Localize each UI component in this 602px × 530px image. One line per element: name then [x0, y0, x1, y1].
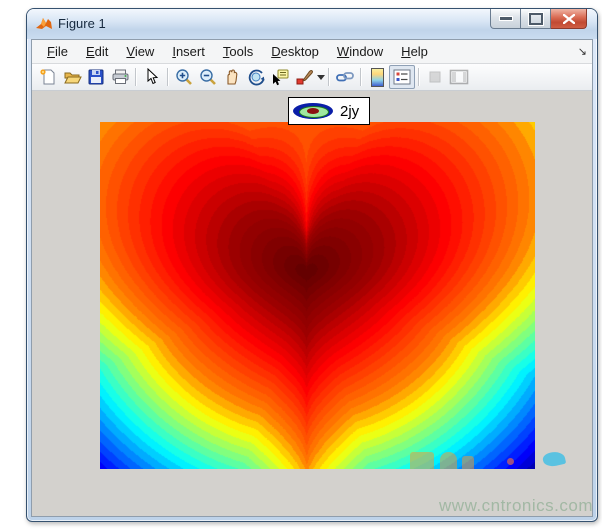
menu-file[interactable]: File [38, 44, 77, 59]
print-figure-button[interactable] [108, 66, 132, 88]
open-file-button[interactable] [60, 66, 84, 88]
menu-window[interactable]: Window [328, 44, 392, 59]
colorbar-icon [371, 68, 384, 87]
menu-bar: File Edit View Insert Tools Desktop Wind… [32, 40, 592, 64]
matlab-logo-icon [35, 15, 53, 33]
zoom-out-button[interactable] [196, 66, 220, 88]
close-icon [563, 14, 575, 24]
zoom-out-icon [199, 68, 217, 86]
toolbar-separator [418, 68, 420, 86]
toolbar-separator [135, 68, 137, 86]
title-bar[interactable]: Figure 1 [27, 9, 597, 39]
data-cursor-button[interactable] [268, 66, 292, 88]
watermark-dot [507, 458, 514, 465]
toolbar-separator [360, 68, 362, 86]
menu-desktop[interactable]: Desktop [262, 44, 328, 59]
toolbar-separator [167, 68, 169, 86]
hide-plot-tools-icon [427, 69, 443, 85]
save-figure-button[interactable] [84, 66, 108, 88]
open-folder-icon [63, 68, 82, 86]
brush-dropdown-caret[interactable] [317, 75, 325, 80]
legend-box[interactable]: 2jy [288, 97, 370, 125]
data-cursor-icon [271, 68, 289, 86]
watermark-glyph [410, 452, 434, 469]
contour-canvas[interactable] [100, 122, 535, 469]
pan-button[interactable] [220, 66, 244, 88]
pan-hand-icon [223, 68, 241, 86]
toolbar-separator [328, 68, 330, 86]
menu-insert[interactable]: Insert [163, 44, 214, 59]
maximize-button[interactable] [521, 9, 551, 29]
insert-legend-button[interactable] [389, 65, 415, 89]
brush-icon [295, 68, 313, 86]
menu-edit[interactable]: Edit [77, 44, 117, 59]
menu-help[interactable]: Help [392, 44, 437, 59]
watermark-url: www.cntronics.com [413, 496, 593, 516]
minimize-button[interactable] [490, 9, 521, 29]
show-plot-tools-button[interactable] [447, 66, 471, 88]
zoom-in-icon [175, 68, 193, 86]
watermark-glyph [462, 456, 474, 469]
legend-label: 2jy [340, 103, 359, 120]
menu-overflow-icon[interactable]: ↘ [578, 45, 587, 58]
close-button[interactable] [551, 9, 587, 29]
toolbar [32, 64, 592, 91]
window-controls [490, 9, 587, 29]
save-floppy-icon [87, 68, 105, 86]
contour-rings-icon [292, 101, 336, 121]
hide-plot-tools-button[interactable] [423, 66, 447, 88]
legend-icon [393, 69, 411, 85]
insert-colorbar-button[interactable] [365, 66, 389, 88]
edit-plot-button[interactable] [140, 66, 164, 88]
rotate-3d-icon [247, 68, 265, 86]
contour-ring-core [307, 108, 319, 114]
printer-icon [111, 68, 130, 86]
zoom-in-button[interactable] [172, 66, 196, 88]
brush-data-button[interactable] [292, 66, 316, 88]
window-title: Figure 1 [58, 16, 106, 31]
watermark-glyph [440, 452, 457, 469]
new-document-icon [39, 68, 57, 86]
rotate-3d-button[interactable] [244, 66, 268, 88]
new-figure-button[interactable] [36, 66, 60, 88]
link-plots-button[interactable] [333, 66, 357, 88]
dock-figure-icon [449, 69, 469, 85]
menu-tools[interactable]: Tools [214, 44, 262, 59]
menu-view[interactable]: View [117, 44, 163, 59]
screenshot-page: Figure 1 File Edit View Insert Tools Des… [0, 0, 602, 530]
minimize-icon [499, 16, 513, 21]
maximize-icon [529, 13, 543, 25]
link-chain-icon [335, 68, 355, 86]
arrow-cursor-icon [144, 68, 160, 86]
